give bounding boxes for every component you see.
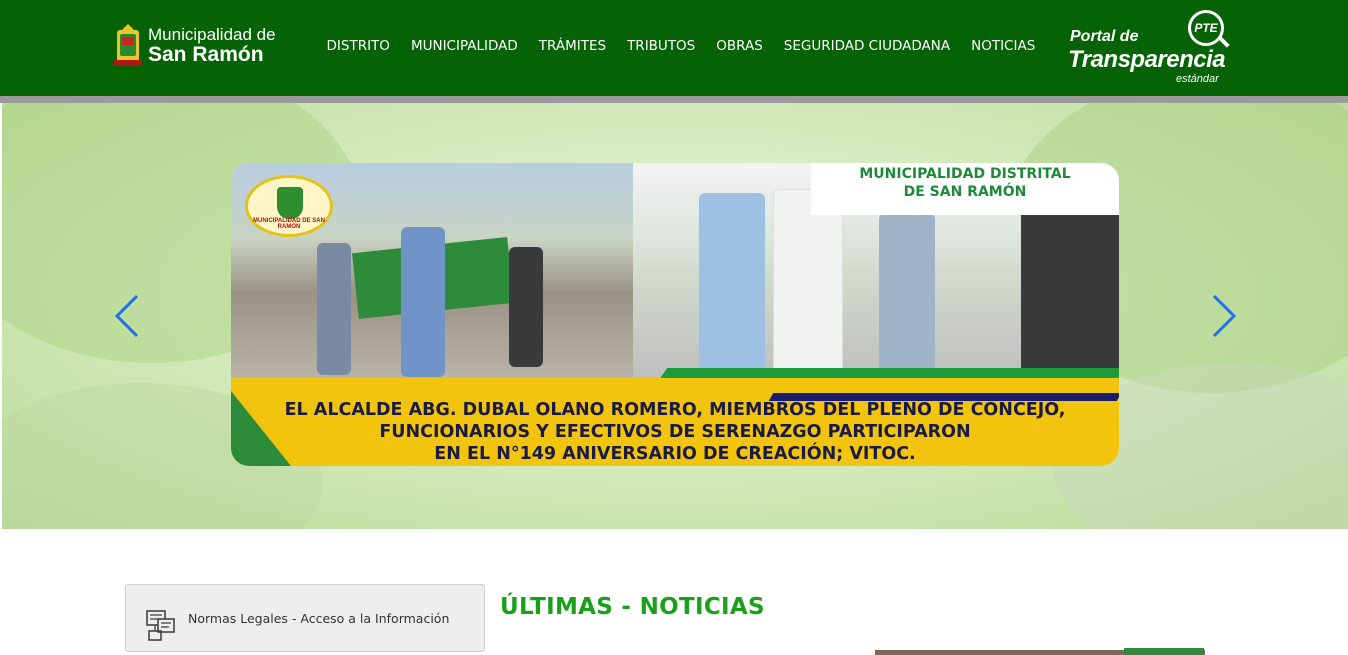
slide-caption: EL ALCALDE ABG. DUBAL OLANO ROMERO, MIEM…: [231, 399, 1119, 465]
municipal-crest-icon: [114, 24, 142, 66]
seal-crest-icon: [277, 187, 303, 219]
carousel-next-button[interactable]: [1208, 294, 1238, 338]
pte-line1: Portal de: [1070, 28, 1139, 45]
pte-badge: PTE: [1188, 10, 1224, 46]
municipal-seal: MUNICIPALIDAD DE SAN RAMÓN: [245, 175, 333, 237]
main-nav: DISTRITO MUNICIPALIDAD TRÁMITES TRIBUTOS…: [316, 38, 1046, 54]
pte-line2: Transparencia: [1068, 46, 1226, 73]
chevron-right-icon: [1212, 294, 1237, 338]
slide-photo-parade: MUNICIPALIDAD DE SAN RAMÓN: [231, 163, 633, 378]
slide-caption-line3: EN EL N°149 ANIVERSARIO DE CREACIÓN; VIT…: [434, 444, 916, 464]
normas-legales-button[interactable]: Normas Legales - Acceso a la Información: [125, 584, 485, 652]
legal-documents-icon: [146, 610, 175, 641]
nav-item-tramites[interactable]: TRÁMITES: [528, 38, 616, 54]
pte-line3: estándar: [1176, 73, 1219, 85]
news-thumbnail-overlay: [1124, 648, 1204, 655]
normas-legales-label: Normas Legales - Acceso a la Información: [188, 611, 450, 626]
carousel-prev-button[interactable]: [113, 294, 143, 338]
seal-text: MUNICIPALIDAD DE SAN RAMÓN: [253, 218, 325, 230]
nav-item-tributos[interactable]: TRIBUTOS: [617, 38, 706, 54]
nav-item-distrito[interactable]: DISTRITO: [316, 38, 400, 54]
site-header: Municipalidad de San Ramón DISTRITO MUNI…: [0, 0, 1348, 96]
slide-title-line1: MUNICIPALIDAD DISTRITAL: [859, 166, 1071, 182]
person-figure: [699, 193, 765, 393]
slide-title-box: MUNICIPALIDAD DISTRITAL DE SAN RAMÓN: [811, 163, 1119, 215]
slide-caption-line2: FUNCIONARIOS Y EFECTIVOS DE SERENAZGO PA…: [379, 422, 971, 442]
carousel-slide[interactable]: MUNICIPALIDAD DE SAN RAMÓN MUNICIPALIDAD…: [231, 163, 1119, 466]
nav-item-obras[interactable]: OBRAS: [706, 38, 774, 54]
slide-caption-line1: EL ALCALDE ABG. DUBAL OLANO ROMERO, MIEM…: [284, 400, 1066, 420]
logo-line2: San Ramón: [148, 43, 264, 66]
news-section-heading: ÚLTIMAS - NOTICIAS: [500, 594, 765, 620]
logo-line1: Municipalidad de: [148, 25, 276, 44]
slide-title-line2: DE SAN RAMÓN: [903, 184, 1027, 200]
nav-item-seguridad-ciudadana[interactable]: SEGURIDAD CIUDADANA: [773, 38, 960, 54]
site-logo[interactable]: Municipalidad de San Ramón: [114, 24, 276, 68]
person-figure: [509, 247, 543, 367]
person-figure: [879, 213, 935, 393]
person-figure: [317, 243, 351, 375]
header-divider: [0, 96, 1348, 103]
transparency-portal-link[interactable]: PTE Portal de Transparencia estándar: [1068, 10, 1232, 88]
person-figure: [401, 227, 445, 377]
person-figure: [773, 189, 843, 393]
chevron-left-icon: [114, 294, 139, 338]
slide-title: MUNICIPALIDAD DISTRITAL DE SAN RAMÓN: [811, 165, 1119, 201]
nav-item-municipalidad[interactable]: MUNICIPALIDAD: [400, 38, 528, 54]
nav-item-noticias[interactable]: NOTICIAS: [961, 38, 1046, 54]
